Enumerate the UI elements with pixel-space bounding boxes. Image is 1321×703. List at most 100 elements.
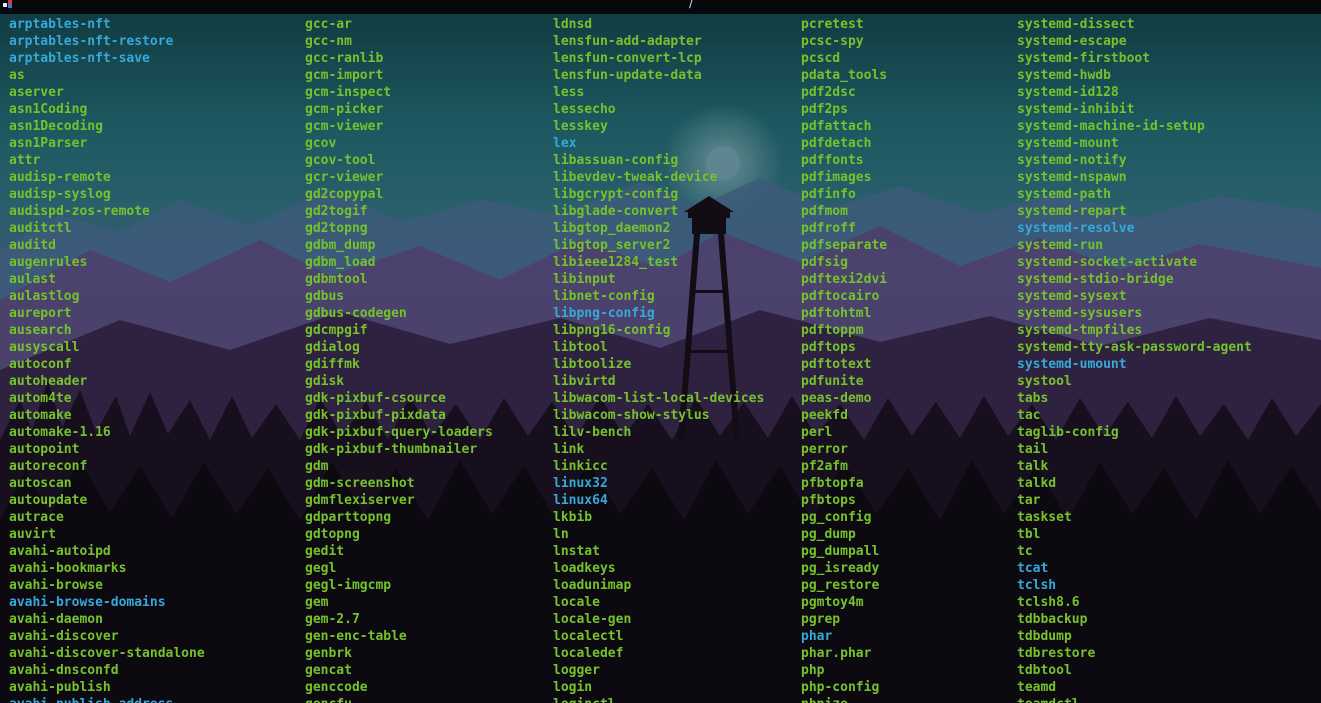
executable-entry: talk [1017, 459, 1049, 474]
executable-entry: gcr-viewer [305, 170, 384, 185]
executable-entry: tc [1017, 544, 1033, 559]
executable-entry: logger [553, 663, 600, 678]
executable-entry: gdiffmk [305, 357, 360, 372]
executable-entry: gcc-ar [305, 17, 352, 32]
executable-entry: gdcmpgif [305, 323, 368, 338]
executable-entry: pdfroff [801, 221, 856, 236]
executable-entry: gdbm_load [305, 255, 376, 270]
executable-entry: libgtop_daemon2 [553, 221, 671, 236]
executable-entry: locale [553, 595, 600, 610]
executable-entry: automake-1.16 [9, 425, 111, 440]
executable-entry: systemd-inhibit [1017, 102, 1135, 117]
executable-entry: autoupdate [9, 493, 88, 508]
executable-entry: avahi-autoipd [9, 544, 111, 559]
executable-entry: gen-enc-table [305, 629, 407, 644]
executable-entry: avahi-discover [9, 629, 119, 644]
symlink-entry: lex [553, 136, 577, 151]
symlink-entry: linux32 [553, 476, 608, 491]
executable-entry: lkbib [553, 510, 593, 525]
executable-entry: pcscd [801, 51, 841, 66]
executable-entry: lensfun-convert-lcp [553, 51, 702, 66]
executable-entry: gem-2.7 [305, 612, 360, 627]
terminal-app-icon[interactable] [3, 0, 17, 8]
executable-entry: auditctl [9, 221, 72, 236]
executable-entry: aureport [9, 306, 72, 321]
executable-entry: avahi-publish [9, 680, 111, 695]
executable-entry: tar [1017, 493, 1041, 508]
executable-entry: gegl-imgcmp [305, 578, 392, 593]
executable-entry: libvirtd [553, 374, 616, 389]
executable-entry: libtool [553, 340, 608, 355]
executable-entry: php [801, 663, 825, 678]
executable-entry: gdbus [305, 289, 345, 304]
symlink-entry: libpng-config [553, 306, 655, 321]
executable-entry: systemd-firstboot [1017, 51, 1151, 66]
executable-entry: peekfd [801, 408, 848, 423]
executable-entry: gdtopng [305, 527, 360, 542]
executable-entry: audisp-syslog [9, 187, 111, 202]
executable-entry: gdmflexiserver [305, 493, 415, 508]
executable-entry: autrace [9, 510, 64, 525]
executable-entry: gcm-picker [305, 102, 384, 117]
symlink-entry: arptables-nft [9, 17, 111, 32]
symlink-entry: systemd-umount [1017, 357, 1127, 372]
executable-entry: systemd-dissect [1017, 17, 1135, 32]
executable-entry: genccode [305, 680, 368, 695]
executable-entry: tdbbackup [1017, 612, 1088, 627]
executable-entry: pdfseparate [801, 238, 888, 253]
executable-entry: asn1Decoding [9, 119, 103, 134]
executable-entry: aserver [9, 85, 64, 100]
executable-entry: autoconf [9, 357, 72, 372]
executable-entry: libpng16-config [553, 323, 671, 338]
executable-entry: genbrk [305, 646, 352, 661]
executable-entry: gdk-pixbuf-pixdata [305, 408, 446, 423]
symlink-entry: arptables-nft-save [9, 51, 150, 66]
symlink-entry: phar [801, 629, 833, 644]
executable-entry: localedef [553, 646, 624, 661]
executable-entry: audispd-zos-remote [9, 204, 150, 219]
executable-entry: autoscan [9, 476, 72, 491]
executable-entry: locale-gen [553, 612, 632, 627]
symlink-entry: tclsh [1017, 578, 1057, 593]
executable-entry: gdk-pixbuf-thumbnailer [305, 442, 478, 457]
executable-entry: pfbtops [801, 493, 856, 508]
executable-entry: systemd-socket-activate [1017, 255, 1198, 270]
executable-entry: systemd-tty-ask-password-agent [1017, 340, 1252, 355]
executable-entry: pdftohtml [801, 306, 872, 321]
executable-entry: pdf2ps [801, 102, 848, 117]
executable-entry: systemd-hwdb [1017, 68, 1111, 83]
executable-entry: gcc-ranlib [305, 51, 384, 66]
symlink-entry: tcat [1017, 561, 1049, 576]
executable-entry: gdbmtool [305, 272, 368, 287]
executable-entry: gdparttopng [305, 510, 392, 525]
executable-entry: gdialog [305, 340, 360, 355]
symlink-entry: avahi-browse-domains [9, 595, 166, 610]
executable-entry: pcretest [801, 17, 864, 32]
executable-entry: perl [801, 425, 833, 440]
executable-entry: systemd-nspawn [1017, 170, 1127, 185]
executable-entry: tail [1017, 442, 1049, 457]
executable-entry: pdfattach [801, 119, 872, 134]
executable-entry: login [553, 680, 593, 695]
executable-entry: pdfimages [801, 170, 872, 185]
executable-entry: systemd-run [1017, 238, 1104, 253]
executable-entry: avahi-bookmarks [9, 561, 127, 576]
executable-entry: gdisk [305, 374, 345, 389]
executable-entry: gd2topng [305, 221, 368, 236]
executable-entry: aulast [9, 272, 56, 287]
executable-entry: systool [1017, 374, 1072, 389]
listing-column-4: pcretest pcsc-spy pcscd pdata_tools pdf2dsc p… [801, 16, 887, 703]
symlink-entry: avahi-publish-address [9, 696, 205, 703]
executable-entry: gd2copypal [305, 187, 384, 202]
executable-entry: loadkeys [553, 561, 616, 576]
executable-entry: pdfdetach [801, 136, 872, 151]
executable-entry: pdfunite [801, 374, 864, 389]
executable-entry: gdm [305, 459, 329, 474]
executable-entry: pg_config [801, 510, 872, 525]
executable-entry: libassuan-config [553, 153, 679, 168]
executable-entry: auditd [9, 238, 56, 253]
executable-entry: aulastlog [9, 289, 80, 304]
executable-entry: pf2afm [801, 459, 848, 474]
executable-entry: avahi-discover-standalone [9, 646, 205, 661]
executable-entry: libtoolize [553, 357, 632, 372]
